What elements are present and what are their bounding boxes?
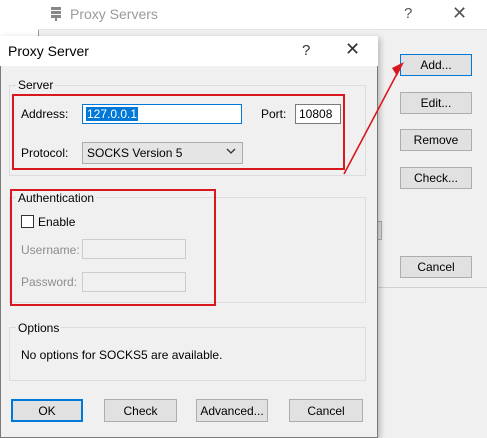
window-edge — [378, 287, 487, 288]
options-text: No options for SOCKS5 are available. — [21, 348, 223, 362]
close-icon[interactable]: ✕ — [452, 3, 467, 24]
ok-button[interactable]: OK — [11, 399, 83, 422]
add-button[interactable]: Add... — [400, 54, 472, 76]
server-highlight-box — [12, 94, 345, 170]
server-group-label: Server — [16, 78, 56, 92]
authentication-highlight-box — [10, 189, 216, 306]
annotation-arrow — [343, 62, 404, 175]
remove-button[interactable]: Remove — [400, 129, 472, 151]
options-group-label: Options — [16, 321, 62, 335]
check-button[interactable]: Check — [104, 399, 177, 422]
close-icon[interactable]: ✕ — [345, 39, 360, 60]
cancel-button[interactable]: Cancel — [289, 399, 363, 422]
advanced-button[interactable]: Advanced... — [196, 399, 268, 422]
proxy-servers-title: Proxy Servers — [70, 6, 158, 22]
dialog-title: Proxy Server — [8, 43, 89, 59]
proxy-server-icon — [50, 7, 62, 21]
edit-button[interactable]: Edit... — [400, 92, 472, 114]
check-button[interactable]: Check... — [400, 167, 472, 189]
cancel-button[interactable]: Cancel — [400, 256, 472, 278]
help-button[interactable]: ? — [302, 42, 310, 59]
help-button[interactable]: ? — [404, 5, 412, 22]
